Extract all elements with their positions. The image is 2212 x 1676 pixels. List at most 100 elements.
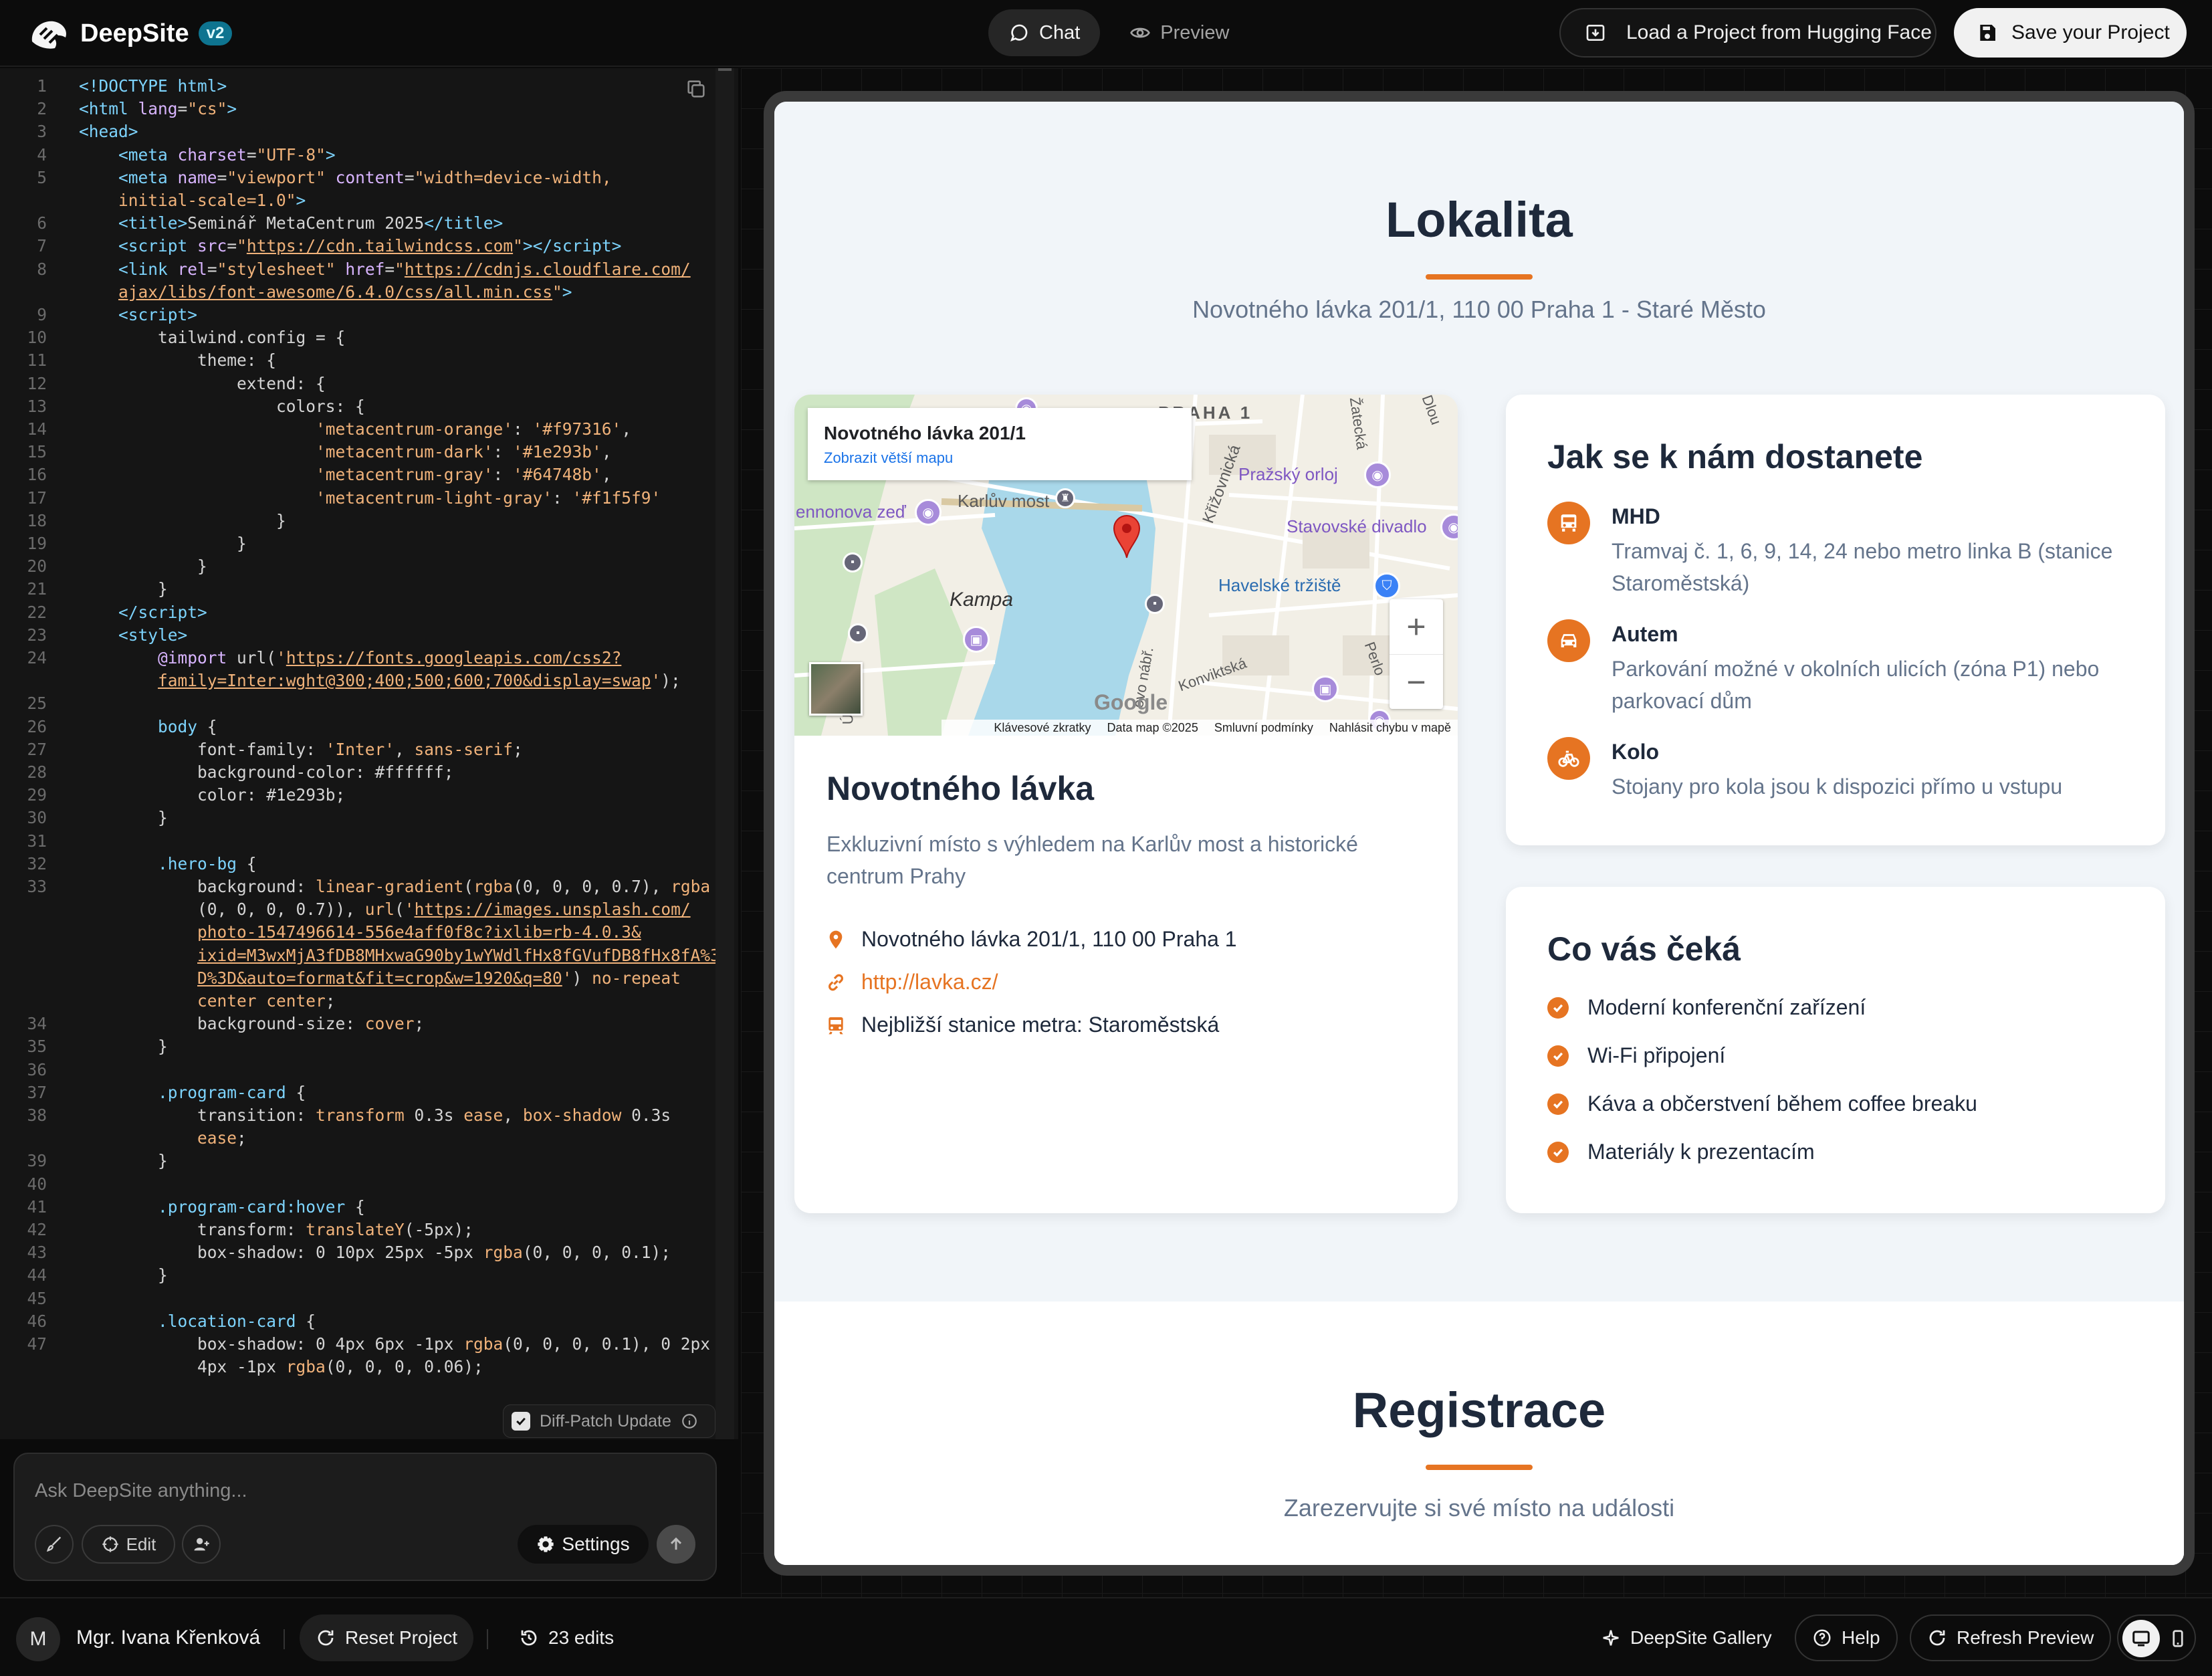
- code-line[interactable]: box-shadow: 0 4px 6px -1px rgba(0, 0, 0,…: [79, 1334, 710, 1354]
- editor-scrollbar[interactable]: [715, 68, 734, 1439]
- code-line[interactable]: }: [79, 534, 247, 553]
- scrollbar-thumb[interactable]: [718, 68, 732, 71]
- code-line[interactable]: 'metacentrum-orange': '#f97316',: [79, 419, 631, 439]
- code-line[interactable]: ixid=M3wxMjA3fDB8MHxwaG90by1wYWdlfHx8fGV…: [79, 946, 715, 965]
- code-line[interactable]: .location-card {: [79, 1312, 316, 1331]
- load-project-button[interactable]: Load a Project from Hugging Face: [1559, 8, 1937, 58]
- code-line[interactable]: <meta name="viewport" content="width=dev…: [79, 168, 612, 187]
- info-icon[interactable]: [681, 1412, 698, 1430]
- code-line[interactable]: }: [79, 1037, 168, 1056]
- diff-patch-toggle[interactable]: Diff-Patch Update: [503, 1404, 715, 1438]
- checkbox-checked-icon[interactable]: [512, 1412, 530, 1431]
- parking-poi-icon[interactable]: ▪: [843, 552, 863, 572]
- save-project-button[interactable]: Save your Project: [1954, 8, 2187, 58]
- code-line[interactable]: background: linear-gradient(rgba(0, 0, 0…: [79, 877, 710, 896]
- code-line[interactable]: color: #1e293b;: [79, 785, 345, 805]
- mobile-view-button[interactable]: [2163, 1620, 2193, 1657]
- code-line[interactable]: background-color: #ffffff;: [79, 762, 454, 782]
- code-line[interactable]: ease;: [79, 1128, 247, 1148]
- map-footer-report[interactable]: Nahlásit chybu v mapě: [1329, 721, 1451, 735]
- code-line[interactable]: @import url('https://fonts.googleapis.co…: [79, 648, 621, 667]
- logo[interactable]: DeepSite v2: [27, 13, 233, 54]
- code-line[interactable]: box-shadow: 0 10px 25px -5px rgba(0, 0, …: [79, 1243, 671, 1262]
- settings-button[interactable]: Settings: [518, 1525, 649, 1564]
- code-line[interactable]: }: [79, 579, 168, 599]
- code-line[interactable]: </script>: [79, 603, 207, 622]
- code-line[interactable]: body {: [79, 717, 217, 736]
- zoom-in-button[interactable]: +: [1390, 599, 1443, 654]
- museum-poi-icon[interactable]: ▣: [963, 626, 990, 653]
- zoom-out-button[interactable]: −: [1390, 654, 1443, 709]
- satellite-toggle[interactable]: [809, 662, 863, 716]
- code-line[interactable]: .program-card:hover {: [79, 1197, 365, 1217]
- lennon-wall-poi-icon[interactable]: ◉: [915, 499, 942, 526]
- map-footer-terms[interactable]: Smluvní podmínky: [1214, 721, 1313, 735]
- tab-preview[interactable]: Preview: [1109, 9, 1249, 56]
- chat-input[interactable]: [35, 1474, 690, 1507]
- code-line[interactable]: .hero-bg {: [79, 854, 257, 873]
- code-line[interactable]: <html lang="cs">: [79, 99, 237, 118]
- code-line[interactable]: 4px -1px rgba(0, 0, 0, 0.06);: [79, 1357, 483, 1376]
- code-line[interactable]: 'metacentrum-dark': '#1e293b',: [79, 442, 612, 461]
- avatar[interactable]: M: [16, 1617, 60, 1661]
- code-line[interactable]: <title>Seminář MetaCentrum 2025</title>: [79, 213, 503, 233]
- venue-website-link[interactable]: http://lavka.cz/: [861, 970, 998, 994]
- code-line[interactable]: D%3D&auto=format&fit=crop&w=1920&q=80') …: [79, 968, 681, 988]
- refresh-preview-button[interactable]: Refresh Preview: [1910, 1614, 2112, 1661]
- redesign-button[interactable]: [35, 1525, 74, 1564]
- code-line[interactable]: }: [79, 511, 286, 530]
- reset-project-button[interactable]: Reset Project: [300, 1614, 474, 1661]
- code-line[interactable]: transform: translateY(-5px);: [79, 1220, 473, 1239]
- gallery-poi-icon[interactable]: ▣: [1312, 675, 1339, 702]
- embedded-map[interactable]: PRAHA 1 Karlův most ♜ Pražský orloj ◉ St…: [794, 395, 1458, 736]
- code-line[interactable]: family=Inter:wght@300;400;500;600;700&di…: [79, 671, 681, 690]
- map-pin-icon[interactable]: [1111, 514, 1142, 559]
- parking-poi-icon-3[interactable]: ▪: [1145, 594, 1165, 614]
- preview-page[interactable]: Lokalita Novotného lávka 201/1, 110 00 P…: [774, 102, 2184, 1565]
- code-line[interactable]: photo-1547496614-556e4aff0f8c?ixlib=rb-4…: [79, 922, 641, 942]
- orloj-poi-icon[interactable]: ◉: [1364, 461, 1391, 488]
- user-name[interactable]: Mgr. Ivana Křenková: [76, 1627, 260, 1649]
- code-line[interactable]: transition: transform 0.3s ease, box-sha…: [79, 1106, 671, 1125]
- code-line[interactable]: <script src="https://cdn.tailwindcss.com…: [79, 236, 621, 255]
- code-line[interactable]: extend: {: [79, 374, 326, 393]
- help-button[interactable]: Help: [1795, 1614, 1898, 1661]
- deepsite-gallery-button[interactable]: DeepSite Gallery: [1585, 1614, 1788, 1661]
- code-line[interactable]: <head>: [79, 122, 138, 141]
- code-line[interactable]: }: [79, 556, 207, 576]
- code-line[interactable]: initial-scale=1.0">: [79, 191, 306, 210]
- code-line[interactable]: <!DOCTYPE html>: [79, 76, 227, 96]
- code-line[interactable]: ajax/libs/font-awesome/6.4.0/css/all.min…: [79, 282, 572, 302]
- code-line[interactable]: theme: {: [79, 350, 276, 370]
- code-line[interactable]: tailwind.config = {: [79, 328, 345, 347]
- send-button[interactable]: [657, 1525, 695, 1564]
- code-line[interactable]: <script>: [79, 305, 197, 324]
- code-line[interactable]: }: [79, 1265, 168, 1285]
- code-line[interactable]: }: [79, 1151, 168, 1170]
- tab-chat[interactable]: Chat: [988, 9, 1101, 56]
- code-line[interactable]: 'metacentrum-gray': '#64748b',: [79, 465, 612, 484]
- edit-button[interactable]: Edit: [82, 1525, 175, 1564]
- copy-icon[interactable]: [685, 78, 707, 100]
- castle-poi-icon[interactable]: ♜: [1055, 488, 1075, 508]
- code-line[interactable]: 'metacentrum-light-gray': '#f1f5f9': [79, 488, 661, 508]
- code-line[interactable]: background-size: cover;: [79, 1014, 424, 1033]
- code-editor[interactable]: 1 <!DOCTYPE html> 2 <html lang="cs"> 3 <head>…: [0, 68, 738, 1439]
- add-user-button[interactable]: [182, 1525, 221, 1564]
- code-line[interactable]: center center;: [79, 991, 336, 1011]
- map-footer-shortcuts[interactable]: Klávesové zkratky: [994, 721, 1091, 735]
- code-line[interactable]: <link rel="stylesheet" href="https://cdn…: [79, 259, 691, 279]
- code-line[interactable]: <meta charset="UTF-8">: [79, 145, 336, 165]
- view-larger-map-link[interactable]: Zobrazit větší mapu: [824, 449, 1176, 467]
- code-line[interactable]: colors: {: [79, 397, 365, 416]
- edit-history-button[interactable]: 23 edits: [503, 1614, 630, 1661]
- code-lines[interactable]: 1 <!DOCTYPE html> 2 <html lang="cs"> 3 <head>…: [0, 68, 715, 1439]
- market-poi-icon[interactable]: ⛉: [1373, 572, 1400, 599]
- code-line[interactable]: font-family: 'Inter', sans-serif;: [79, 740, 523, 759]
- code-line[interactable]: <style>: [79, 625, 187, 645]
- code-line[interactable]: .program-card {: [79, 1083, 306, 1102]
- code-line[interactable]: }: [79, 808, 168, 827]
- code-line[interactable]: (0, 0, 0, 0.7)), url('https://images.uns…: [79, 900, 691, 919]
- parking-poi-icon-2[interactable]: ▪: [848, 623, 868, 643]
- desktop-view-button[interactable]: [2122, 1620, 2160, 1657]
